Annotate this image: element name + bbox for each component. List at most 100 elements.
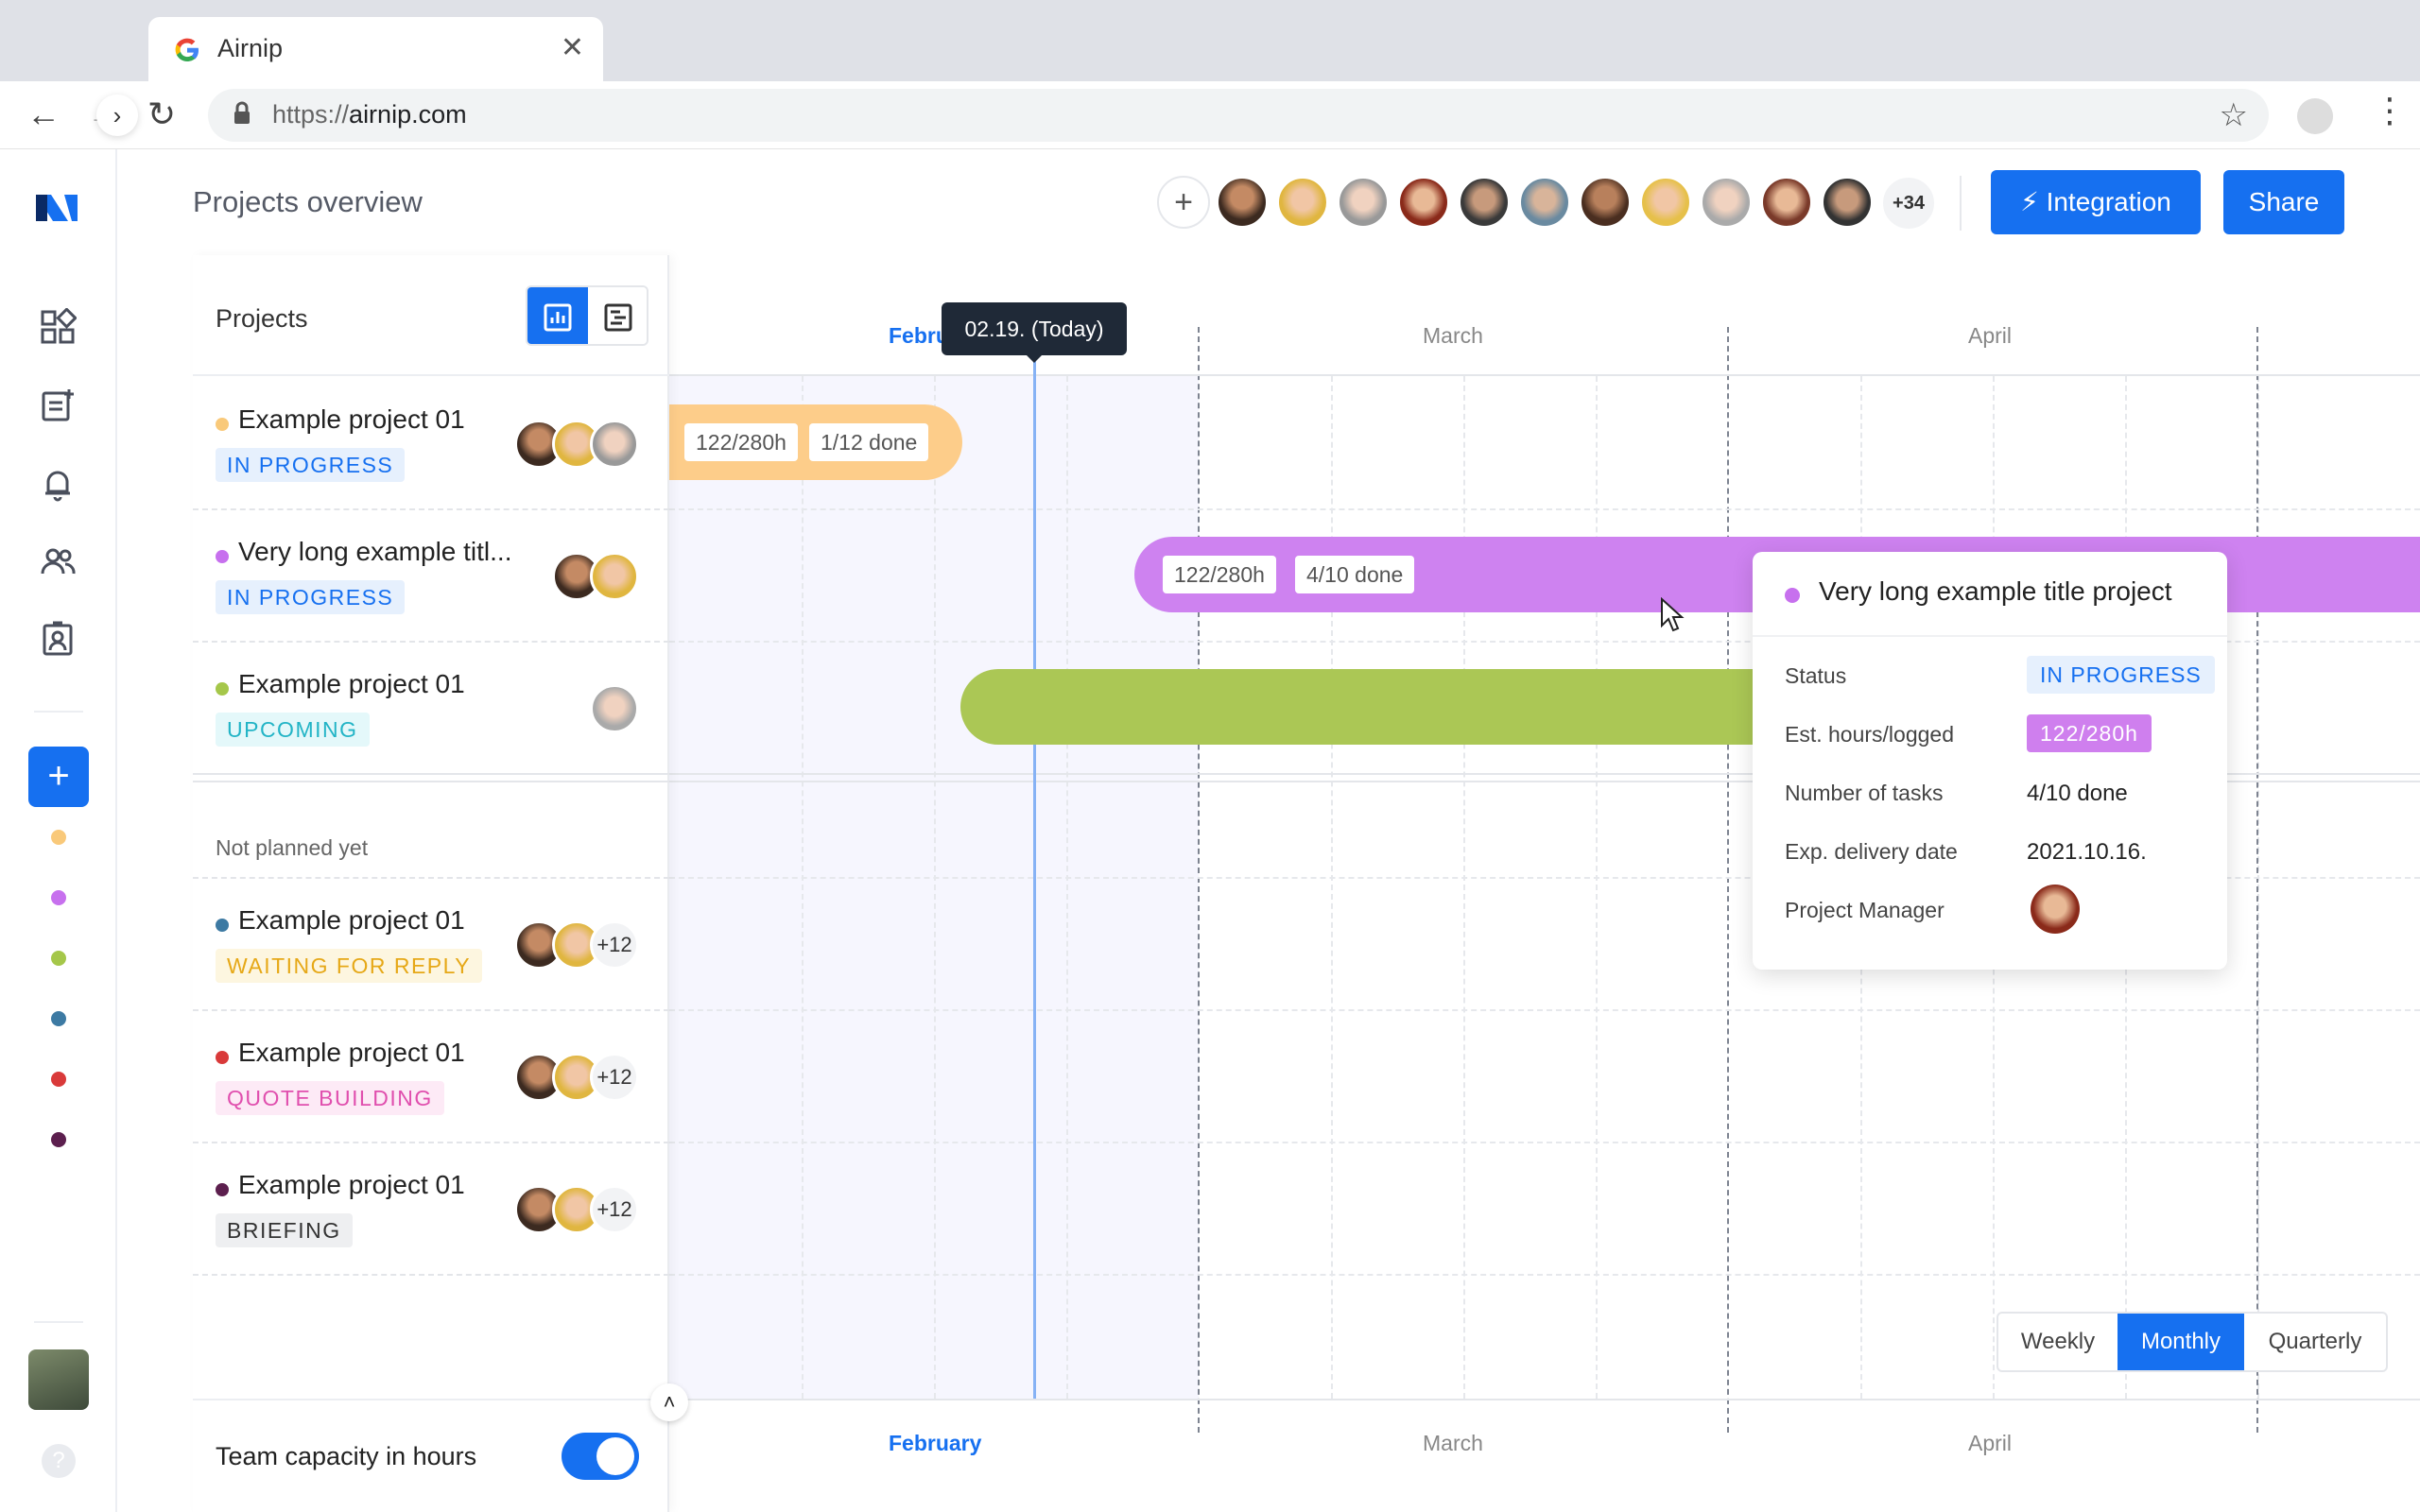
status-badge: QUOTE BUILDING xyxy=(216,1081,444,1115)
project-bar[interactable] xyxy=(960,669,1811,745)
popup-value: 2021.10.16. xyxy=(2027,839,2147,865)
month-divider xyxy=(2256,327,2258,1433)
month-label: April xyxy=(1968,1431,2013,1455)
dashboard-icon[interactable] xyxy=(36,307,79,352)
project-row[interactable]: Example project 01 WAITING FOR REPLY +12 xyxy=(193,877,669,1009)
avatar[interactable] xyxy=(2031,885,2080,934)
tab-title: Airnip xyxy=(217,34,284,62)
popup-value: 4/10 done xyxy=(2027,781,2128,806)
avatar[interactable] xyxy=(1337,176,1390,229)
today-line xyxy=(1033,357,1036,1399)
more-avatars-badge: +12 xyxy=(590,920,639,970)
project-row[interactable]: Example project 01 BRIEFING +12 xyxy=(193,1142,669,1274)
popup-label: Number of tasks xyxy=(1785,781,1944,805)
project-row[interactable]: Example project 01 UPCOMING xyxy=(193,641,669,773)
popup-label: Project Manager xyxy=(1785,898,1945,922)
month-divider xyxy=(1727,327,1729,1433)
popup-label: Est. hours/logged xyxy=(1785,722,1955,747)
list-view-button[interactable] xyxy=(588,287,647,344)
period-weekly-button[interactable]: Weekly xyxy=(1998,1314,2118,1370)
hours-badge: 122/280h xyxy=(2027,714,2152,752)
share-button[interactable]: Share xyxy=(2223,170,2344,234)
avatar[interactable] xyxy=(1700,176,1753,229)
project-row[interactable]: Example project 01 IN PROGRESS xyxy=(193,376,669,508)
avatar[interactable] xyxy=(1579,176,1632,229)
not-planned-heading: Not planned yet xyxy=(216,835,369,860)
expand-sidebar-button[interactable]: › xyxy=(96,94,138,136)
bell-icon[interactable] xyxy=(36,465,79,508)
help-icon[interactable]: ? xyxy=(42,1444,76,1478)
popup-label: Status xyxy=(1785,663,1847,688)
add-member-button[interactable]: + xyxy=(1157,176,1210,229)
project-color-dot[interactable] xyxy=(51,1072,66,1087)
lightning-icon: ⚡ xyxy=(2020,187,2039,216)
browser-tab[interactable]: Airnip ✕ xyxy=(148,17,603,81)
status-badge: UPCOMING xyxy=(216,713,370,747)
tasks-icon[interactable] xyxy=(36,386,79,429)
month-label: Febru xyxy=(889,323,949,348)
period-monthly-button[interactable]: Monthly xyxy=(2118,1314,2244,1370)
team-capacity-toggle[interactable] xyxy=(562,1433,639,1480)
view-toggle xyxy=(526,285,648,346)
status-badge: IN PROGRESS xyxy=(216,448,406,482)
project-name: Example project 01 xyxy=(238,905,465,935)
popup-title: Very long example title project xyxy=(1819,576,2172,606)
mouse-cursor-icon xyxy=(1660,596,1685,638)
app-logo[interactable] xyxy=(36,191,78,225)
project-row[interactable]: Very long example titl... IN PROGRESS xyxy=(193,508,669,641)
project-name: Example project 01 xyxy=(238,404,465,434)
today-tooltip: 02.19. (Today) xyxy=(942,302,1127,363)
star-icon[interactable]: ☆ xyxy=(2220,96,2248,134)
avatar[interactable] xyxy=(1397,176,1450,229)
user-avatar[interactable] xyxy=(28,1349,89,1410)
profile-icon[interactable] xyxy=(2297,98,2333,134)
avatar xyxy=(590,420,639,469)
project-row[interactable]: Example project 01 QUOTE BUILDING +12 xyxy=(193,1009,669,1142)
project-name: Example project 01 xyxy=(238,1170,465,1199)
users-icon[interactable] xyxy=(36,542,79,586)
project-bar[interactable]: 122/280h 1/12 done xyxy=(669,404,962,480)
avatar[interactable] xyxy=(1821,176,1874,229)
chevron-up-icon[interactable]: ˄ xyxy=(650,1383,688,1421)
project-color-dot[interactable] xyxy=(51,1132,66,1147)
close-icon[interactable]: ✕ xyxy=(561,31,584,64)
project-color-dot[interactable] xyxy=(51,830,66,845)
back-icon[interactable]: ← xyxy=(26,94,60,134)
project-color-dot xyxy=(216,418,229,431)
avatar[interactable] xyxy=(1458,176,1511,229)
hours-chip: 122/280h xyxy=(684,423,798,461)
sidebar-divider xyxy=(34,711,83,713)
app-sidebar: + ? xyxy=(0,149,117,1512)
reload-icon[interactable]: ↻ xyxy=(147,94,176,134)
more-members-badge[interactable]: +34 xyxy=(1881,176,1936,231)
project-color-dot xyxy=(216,919,229,932)
project-name: Example project 01 xyxy=(238,669,465,698)
project-color-dot[interactable] xyxy=(51,890,66,905)
project-color-dot xyxy=(216,1183,229,1196)
project-details-popup: Very long example title project Status I… xyxy=(1753,552,2227,970)
avatar[interactable] xyxy=(1518,176,1571,229)
status-badge: BRIEFING xyxy=(216,1213,353,1247)
tasks-chip: 4/10 done xyxy=(1295,556,1415,593)
tasks-chip: 1/12 done xyxy=(809,423,929,461)
add-project-button[interactable]: + xyxy=(28,747,89,807)
address-bar[interactable]: https://airnip.com ☆ xyxy=(208,89,2269,142)
project-color-dot[interactable] xyxy=(51,951,66,966)
page-title: Projects overview xyxy=(193,185,423,218)
integration-button[interactable]: ⚡ Integration xyxy=(1991,170,2201,234)
project-color-dot[interactable] xyxy=(51,1011,66,1026)
period-quarterly-button[interactable]: Quarterly xyxy=(2244,1314,2386,1370)
contacts-icon[interactable] xyxy=(36,620,79,663)
browser-tab-bar: Airnip ✕ xyxy=(0,0,2420,81)
menu-icon[interactable]: ⋮ xyxy=(2373,91,2407,130)
avatar[interactable] xyxy=(1276,176,1329,229)
project-color-dot xyxy=(216,550,229,563)
avatar[interactable] xyxy=(1216,176,1269,229)
month-label: February xyxy=(889,1431,982,1455)
chart-view-button[interactable] xyxy=(527,287,588,344)
month-divider xyxy=(1198,327,1200,1433)
avatar[interactable] xyxy=(1639,176,1692,229)
projects-panel: Projects Example project 01 IN PROGRESS … xyxy=(193,255,669,1512)
hours-chip: 122/280h xyxy=(1163,556,1276,593)
avatar[interactable] xyxy=(1760,176,1813,229)
